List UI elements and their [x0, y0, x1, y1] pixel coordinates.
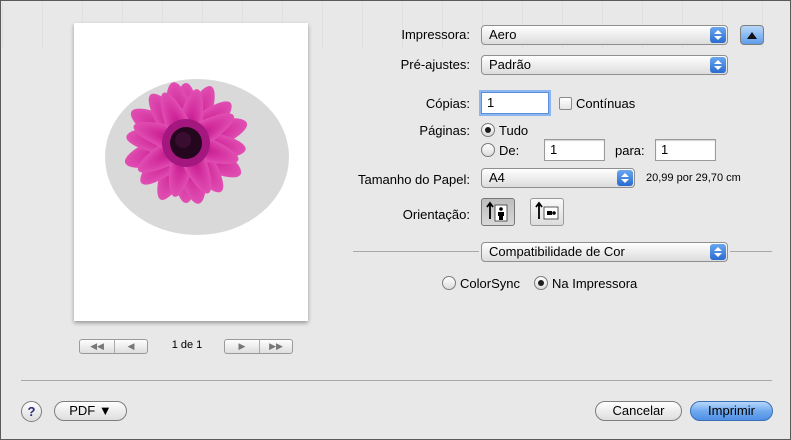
next-page-button[interactable]: ▶	[225, 340, 259, 353]
printer-popup[interactable]: Aero	[481, 25, 728, 45]
section-popup[interactable]: Compatibilidade de Cor	[481, 242, 728, 262]
paper-dimensions: 20,99 por 29,70 cm	[646, 172, 741, 184]
collapse-triangle-icon	[747, 32, 757, 39]
popup-arrows-icon	[710, 27, 726, 43]
popup-arrows-icon	[710, 57, 726, 73]
copies-label: Cópias:	[425, 96, 470, 111]
collated-checkbox[interactable]	[559, 97, 572, 110]
pages-from-field[interactable]: 1	[544, 139, 605, 161]
pages-range-label: De:	[499, 143, 520, 158]
section-separator-right	[730, 251, 772, 252]
presets-popup[interactable]: Padrão	[481, 55, 728, 75]
expand-dialog-button[interactable]	[740, 25, 764, 45]
pages-to-label: para:	[615, 143, 645, 158]
printer-label: Impressora:	[401, 27, 470, 42]
presets-label: Pré-ajustes:	[400, 57, 470, 72]
presets-value: Padrão	[489, 57, 531, 72]
orientation-label: Orientação:	[402, 207, 470, 222]
paper-size-label: Tamanho do Papel:	[357, 172, 470, 187]
in-printer-label: Na Impressora	[552, 276, 638, 291]
pages-all-label: Tudo	[499, 123, 529, 138]
help-button[interactable]: ?	[21, 401, 42, 422]
pages-to-field[interactable]: 1	[655, 139, 716, 161]
in-printer-radio[interactable]	[534, 276, 548, 290]
first-page-button[interactable]: ◀◀	[80, 340, 114, 353]
portrait-icon	[486, 201, 508, 222]
pdf-button[interactable]: PDF ▼	[54, 401, 127, 421]
flower-image	[105, 79, 289, 235]
portrait-button[interactable]	[481, 198, 515, 226]
pages-label: Páginas:	[419, 123, 470, 138]
section-separator-left	[353, 251, 479, 252]
print-button[interactable]: Imprimir	[690, 401, 773, 421]
copies-field[interactable]: 1	[481, 92, 549, 114]
print-dialog: ◀◀ ◀ 1 de 1 ▶ ▶▶ Impressora: Aero Pré-aj…	[0, 0, 791, 440]
cancel-button[interactable]: Cancelar	[595, 401, 682, 421]
preview-back-buttons: ◀◀ ◀	[79, 339, 148, 354]
popup-arrows-icon	[710, 244, 726, 260]
colorsync-label: ColorSync	[460, 276, 520, 291]
collated-label: Contínuas	[576, 96, 636, 111]
paper-size-popup[interactable]: A4	[481, 168, 635, 188]
previous-page-button[interactable]: ◀	[115, 340, 147, 353]
printer-value: Aero	[489, 27, 517, 42]
pages-all-radio[interactable]	[481, 123, 495, 137]
pages-range-radio[interactable]	[481, 143, 495, 157]
page-indicator: 1 de 1	[171, 339, 203, 351]
section-popup-value: Compatibilidade de Cor	[489, 244, 625, 259]
landscape-button[interactable]	[530, 198, 564, 226]
preview-forward-buttons: ▶ ▶▶	[224, 339, 293, 354]
paper-size-value: A4	[489, 170, 505, 185]
popup-arrows-icon	[617, 170, 633, 186]
print-preview	[74, 23, 308, 321]
landscape-icon	[535, 201, 559, 220]
footer-separator	[21, 380, 772, 381]
last-page-button[interactable]: ▶▶	[260, 340, 292, 353]
colorsync-radio[interactable]	[442, 276, 456, 290]
